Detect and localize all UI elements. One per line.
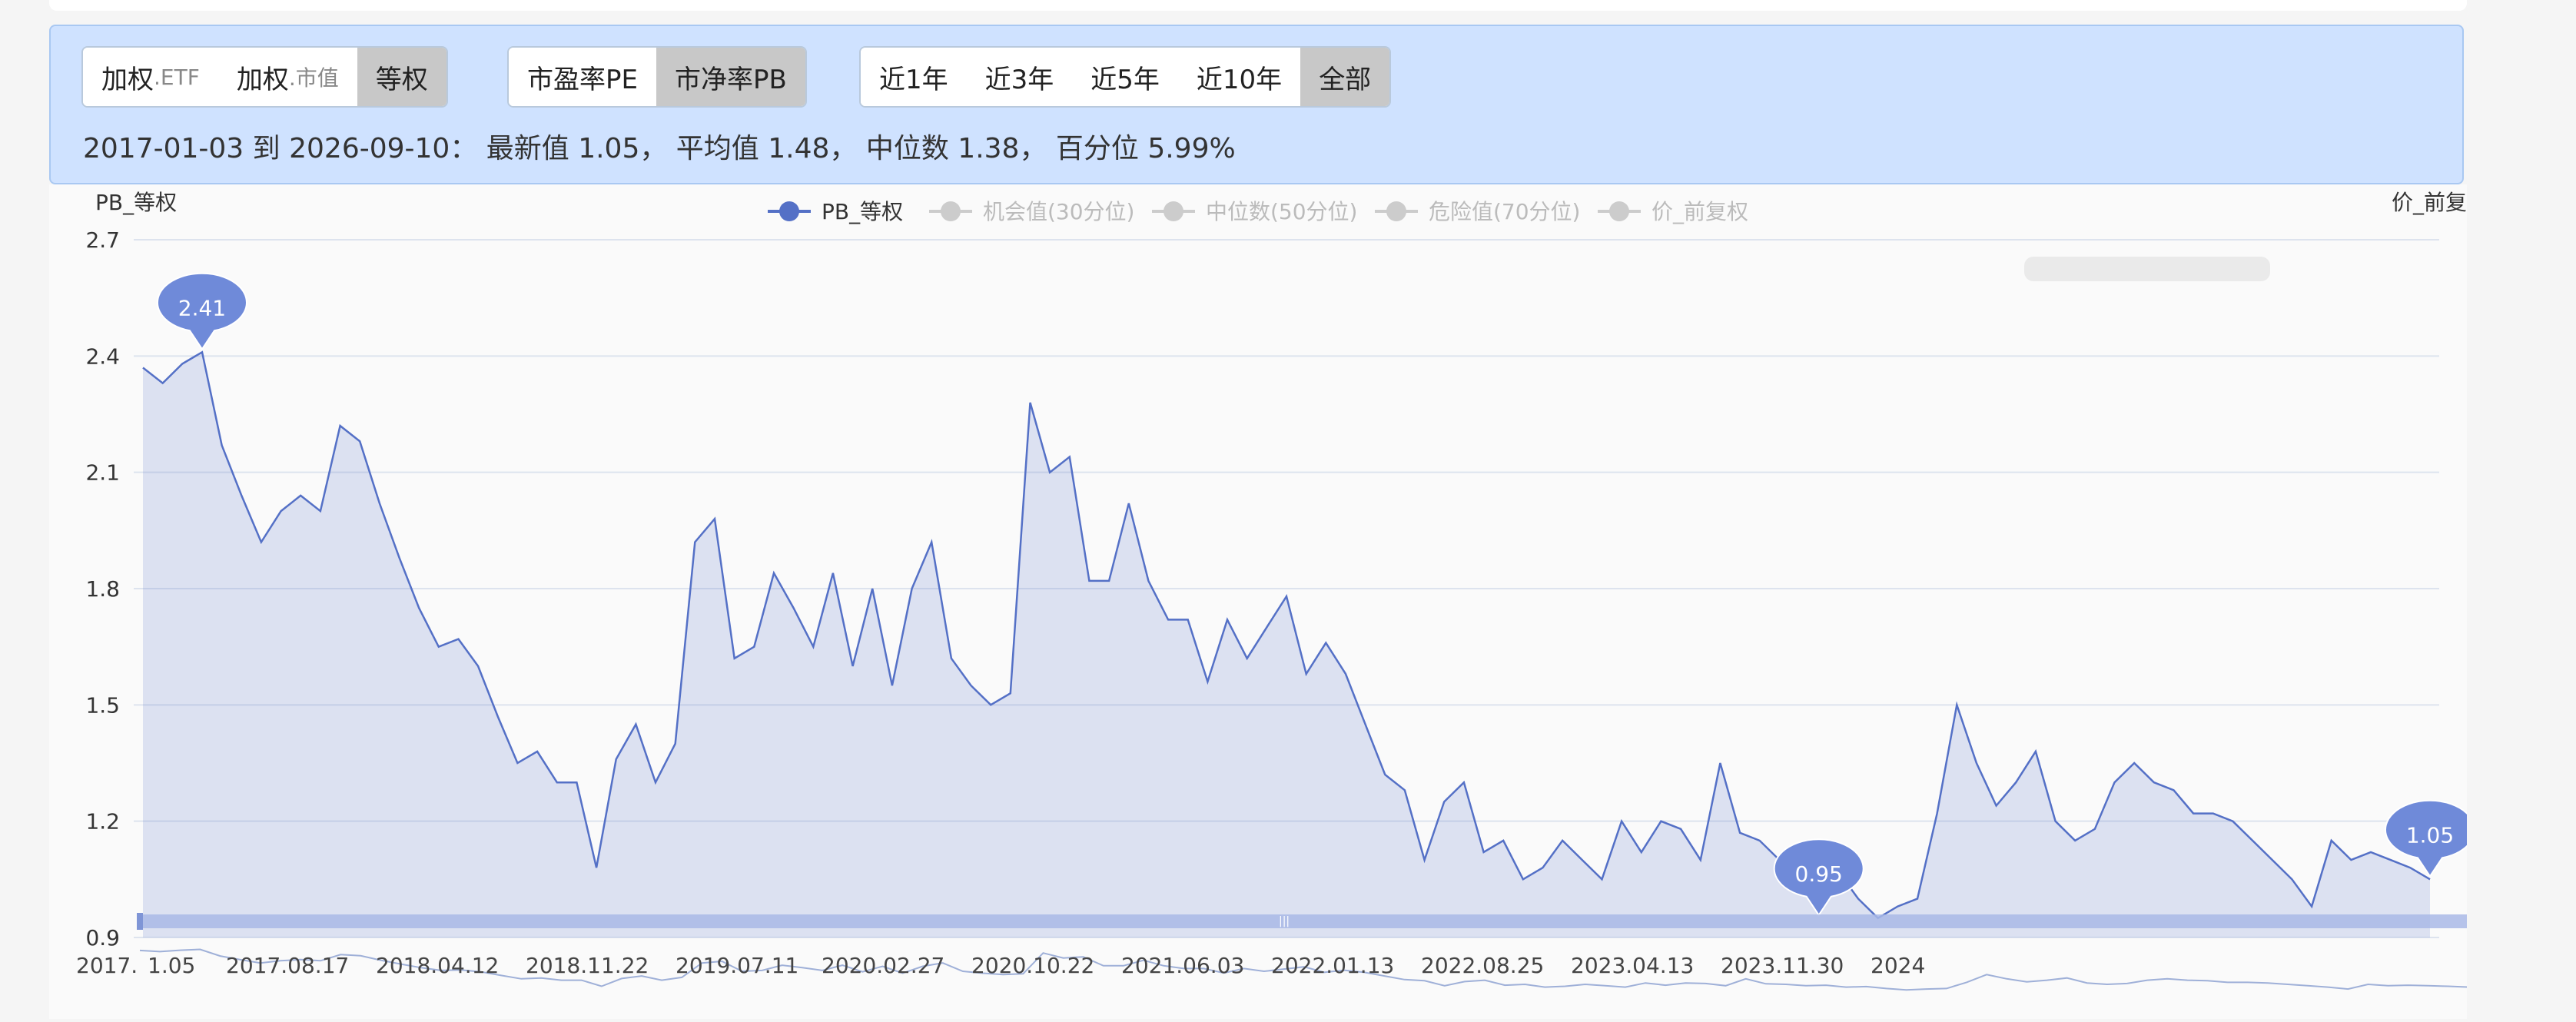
metric-button-group: 市盈率PE 市净率PB bbox=[507, 46, 807, 108]
weight-etf-sub: .ETF bbox=[154, 64, 200, 90]
x-axis-ticks: 2017. 1.05 2017.08.17 2018.04.12 2018.11.22 2… bbox=[76, 953, 1925, 978]
range-10y-label: 近10年 bbox=[1196, 64, 1283, 95]
range-3y-button[interactable]: 近3年 bbox=[966, 48, 1073, 106]
control-panel: 加权 .ETF 加权 .市值 等权 市盈率PE 市净率PB 近1年 近3年 近5年 … bbox=[49, 25, 2464, 184]
x-tick-label: 2022.01.13 bbox=[1271, 953, 1394, 978]
legend-label: 危险值(70分位) bbox=[1429, 199, 1580, 224]
chart-area: PB_等权 价_前复 PB_等权 机会值(30分位) 中位数(50分位) 危险值(70… bbox=[49, 184, 2475, 1019]
pb-button[interactable]: 市净率PB bbox=[656, 48, 805, 106]
slider-center-grip[interactable]: ||| bbox=[1279, 915, 1290, 927]
legend-dot-icon bbox=[1386, 201, 1406, 221]
x-tick-label: 1.05 bbox=[148, 953, 195, 978]
x-tick-label: 2020.10.22 bbox=[971, 953, 1094, 978]
watermark-blur bbox=[2024, 257, 2270, 281]
y-tick-label: 1.2 bbox=[85, 809, 120, 835]
x-tick-label: 2024 bbox=[1871, 953, 1925, 978]
x-tick-label: 2019.07.11 bbox=[676, 953, 798, 978]
equal-weight-label: 等权 bbox=[375, 64, 428, 95]
y-axis-ticks: 2.7 2.4 2.1 1.8 1.5 1.2 0.9 bbox=[85, 227, 120, 951]
legend: PB_等权 机会值(30分位) 中位数(50分位) 危险值(70分位) 价_前复权 bbox=[768, 199, 1748, 224]
weight-market-value-button[interactable]: 加权 .市值 bbox=[217, 48, 357, 106]
legend-label: 价_前复权 bbox=[1651, 199, 1748, 224]
x-tick-label: 2021.06.03 bbox=[1121, 953, 1244, 978]
pb-label: 市净率PB bbox=[675, 64, 787, 95]
x-tick-label: 2017. bbox=[76, 953, 138, 978]
x-tick-label: 2023.04.13 bbox=[1571, 953, 1694, 978]
top-strip bbox=[49, 0, 2467, 11]
weight-button-group: 加权 .ETF 加权 .市值 等权 bbox=[81, 46, 448, 108]
series-area-pb bbox=[143, 352, 2430, 937]
weight-etf-main: 加权 bbox=[101, 64, 154, 95]
marker-pin: 2.41 bbox=[156, 272, 247, 351]
y-tick-label: 0.9 bbox=[85, 925, 120, 951]
summary-text: 2017-01-03 到 2026-09-10： 最新值 1.05， 平均值 1… bbox=[83, 133, 1236, 164]
marker-label: 0.95 bbox=[1795, 861, 1843, 887]
marker-label: 1.05 bbox=[2406, 822, 2454, 848]
y-tick-label: 2.4 bbox=[85, 343, 120, 369]
slider-handle-left[interactable] bbox=[137, 913, 143, 930]
legend-dot-icon bbox=[1164, 201, 1183, 221]
legend-item[interactable]: 价_前复权 bbox=[1598, 199, 1748, 224]
x-tick-label: 2022.08.25 bbox=[1421, 953, 1544, 978]
x-tick-label: 2020.02.27 bbox=[822, 953, 944, 978]
y-axis-name: PB_等权 bbox=[95, 190, 177, 215]
range-5y-button[interactable]: 近5年 bbox=[1072, 48, 1178, 106]
legend-item[interactable]: 危险值(70分位) bbox=[1375, 199, 1580, 224]
range-1y-button[interactable]: 近1年 bbox=[861, 48, 967, 106]
range-5y-label: 近5年 bbox=[1090, 64, 1160, 95]
x-tick-label: 2018.04.12 bbox=[376, 953, 499, 978]
legend-dot-icon bbox=[1609, 201, 1629, 221]
legend-label: PB_等权 bbox=[822, 199, 903, 224]
legend-label: 机会值(30分位) bbox=[983, 199, 1134, 224]
y-tick-label: 2.1 bbox=[85, 460, 120, 486]
weight-etf-button[interactable]: 加权 .ETF bbox=[83, 48, 218, 106]
marker-label: 2.41 bbox=[178, 295, 226, 320]
legend-dot-icon bbox=[779, 201, 799, 221]
x-tick-label: 2017.08.17 bbox=[226, 953, 349, 978]
legend-dot-icon bbox=[941, 201, 961, 221]
legend-label: 中位数(50分位) bbox=[1206, 199, 1357, 224]
series-layer bbox=[142, 350, 2431, 937]
x-tick-label: 2023.11.30 bbox=[1721, 953, 1844, 978]
y-tick-label: 1.8 bbox=[85, 576, 120, 602]
y-tick-label: 2.7 bbox=[85, 227, 120, 253]
range-button-group: 近1年 近3年 近5年 近10年 全部 bbox=[859, 46, 1392, 108]
range-10y-button[interactable]: 近10年 bbox=[1177, 48, 1301, 106]
range-1y-label: 近1年 bbox=[879, 64, 948, 95]
right-axis-name: 价_前复 bbox=[2392, 190, 2467, 215]
pe-button[interactable]: 市盈率PE bbox=[509, 48, 656, 106]
range-all-button[interactable]: 全部 bbox=[1300, 48, 1390, 106]
range-all-label: 全部 bbox=[1319, 64, 1372, 95]
range-3y-label: 近3年 bbox=[984, 64, 1054, 95]
weight-market-value-sub: .市值 bbox=[288, 65, 339, 91]
x-tick-label: 2018.11.22 bbox=[526, 953, 649, 978]
weight-market-value-main: 加权 bbox=[236, 64, 289, 95]
right-edge bbox=[2467, 0, 2576, 1019]
legend-item[interactable]: 中位数(50分位) bbox=[1152, 199, 1357, 224]
equal-weight-button[interactable]: 等权 bbox=[357, 48, 446, 106]
y-tick-label: 1.5 bbox=[85, 692, 120, 718]
pb-chart: PB_等权 价_前复 PB_等权 机会值(30分位) 中位数(50分位) 危险值(70… bbox=[76, 190, 2475, 991]
data-zoom-slider[interactable]: ||| bbox=[137, 913, 2469, 991]
slider-track[interactable] bbox=[140, 914, 2468, 928]
pe-label: 市盈率PE bbox=[527, 64, 638, 95]
legend-item[interactable]: 机会值(30分位) bbox=[929, 199, 1134, 224]
legend-item[interactable]: PB_等权 bbox=[768, 199, 903, 224]
